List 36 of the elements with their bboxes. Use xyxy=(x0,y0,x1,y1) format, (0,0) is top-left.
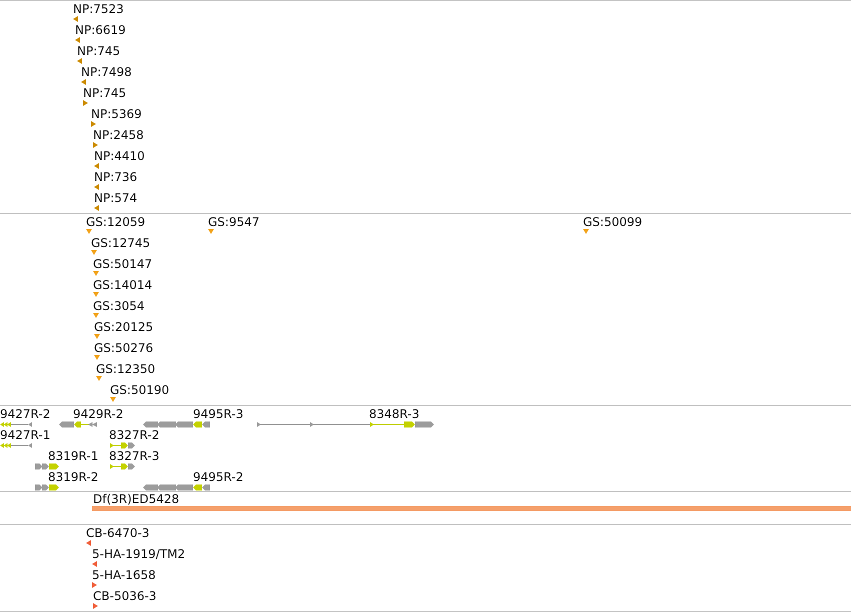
feature-label: GS:12059 xyxy=(86,215,146,229)
feature-label: NP:574 xyxy=(94,191,138,205)
feature-label: GS:12350 xyxy=(96,362,156,376)
feature-label: GS:12745 xyxy=(91,236,150,250)
feature-label: NP:745 xyxy=(83,86,126,100)
transcript-label: 8348R-3 xyxy=(369,407,420,421)
feature-label: CB-5036-3 xyxy=(93,589,156,603)
transcript-label: 9427R-1 xyxy=(0,428,50,442)
transcript-label: 9495R-3 xyxy=(193,407,244,421)
transcript-label: 8327R-3 xyxy=(109,449,160,463)
transcript-label: 9495R-2 xyxy=(193,470,244,484)
feature-label: NP:7498 xyxy=(81,65,132,79)
transcript-label: 8319R-2 xyxy=(48,470,98,484)
feature-label: NP:7523 xyxy=(73,2,124,16)
feature-label: NP:2458 xyxy=(93,128,144,142)
feature-label: NP:736 xyxy=(94,170,138,184)
transcript-label: 8327R-2 xyxy=(109,428,160,442)
feature-label: NP:6619 xyxy=(75,23,126,37)
feature-label: GS:50147 xyxy=(93,257,152,271)
feature-label: NP:745 xyxy=(77,44,120,58)
feature-label: GS:50190 xyxy=(110,383,170,397)
feature-label: GS:50099 xyxy=(583,215,642,229)
feature-label: NP:5369 xyxy=(91,107,142,121)
feature-label: CB-6470-3 xyxy=(86,526,150,540)
feature-label: 5-HA-1658 xyxy=(92,568,156,582)
feature-label: GS:20125 xyxy=(94,320,154,334)
transcript-label: 8319R-1 xyxy=(48,449,98,463)
transcript-label: 9427R-2 xyxy=(0,407,50,421)
transcript-label: 9429R-2 xyxy=(73,407,124,421)
feature-label: GS:3054 xyxy=(93,299,144,313)
feature-label: 5-HA-1919/TM2 xyxy=(92,547,186,561)
feature-label: NP:4410 xyxy=(94,149,145,163)
feature-label: GS:14014 xyxy=(93,278,152,292)
feature-label: GS:50276 xyxy=(94,341,154,355)
region-label: Df(3R)ED5428 xyxy=(93,492,180,506)
feature-label: GS:9547 xyxy=(208,215,260,229)
